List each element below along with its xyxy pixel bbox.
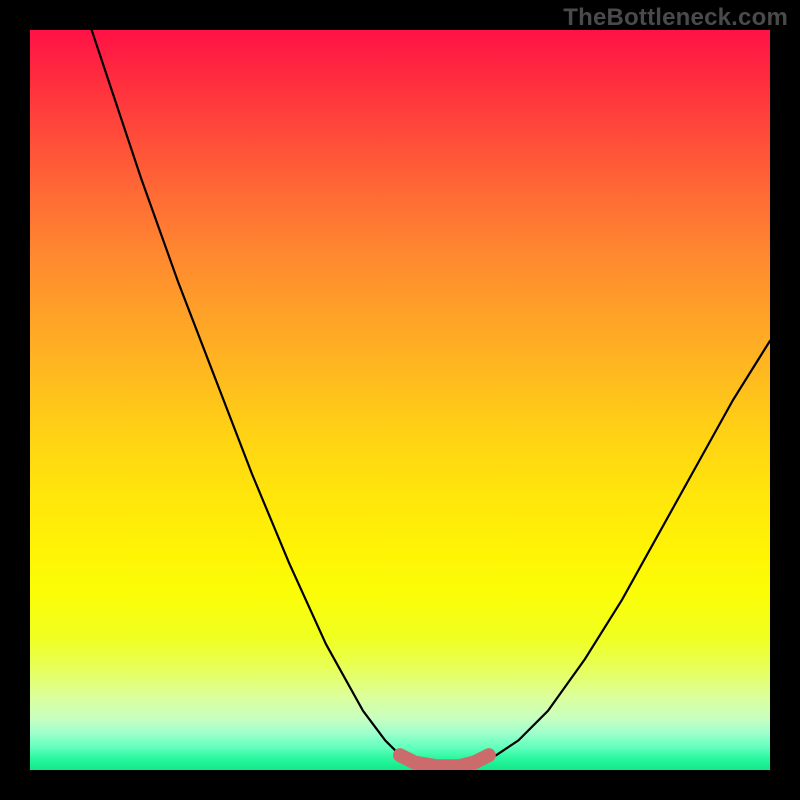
plot-area: [30, 30, 770, 770]
chart-frame: TheBottleneck.com: [0, 0, 800, 800]
bottleneck-curve-line: [30, 30, 770, 766]
optimal-zone-highlight: [400, 755, 489, 766]
chart-svg: [30, 30, 770, 770]
watermark-label: TheBottleneck.com: [563, 4, 788, 32]
